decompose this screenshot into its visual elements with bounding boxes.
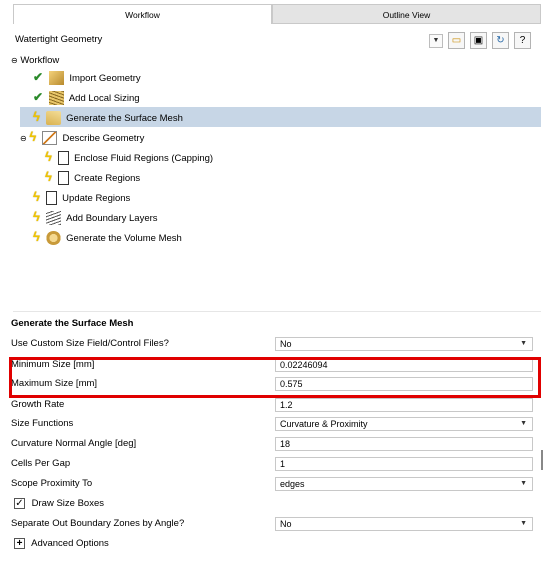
lightning-icon: ϟ [33,229,40,244]
tree-item-label: Enclose Fluid Regions (Capping) [74,153,214,164]
tab-outline-view[interactable]: Outline View [272,4,541,24]
tree-item-generate-surface-mesh[interactable]: ϟ Generate the Surface Mesh [33,107,183,127]
select-value: edges [280,479,305,489]
draw-size-boxes-row[interactable]: ✓ Draw Size Boxes [14,494,104,514]
lightning-icon: ϟ [45,169,52,184]
lightning-icon: ϟ [33,209,40,224]
import-geometry-icon [48,71,64,86]
advanced-options-row[interactable]: + Advanced Options [14,534,109,554]
folder-icon[interactable]: ▭ [448,32,465,49]
tree-item-describe-geometry[interactable]: ⊖ ϟ Describe Geometry [20,127,144,147]
panel-title: Generate the Surface Mesh [11,318,134,329]
tree-item-label: Generate the Surface Mesh [66,113,183,124]
lightning-icon: ϟ [33,109,40,124]
select-value: No [280,339,292,349]
workflow-type-select[interactable]: Watertight Geometry [15,34,102,45]
check-icon: ✔ [33,70,44,84]
advanced-options-label: Advanced Options [31,538,109,549]
collapse-icon[interactable]: ⊖ [11,56,18,65]
expand-icon[interactable]: + [14,537,25,549]
tree-item-label: Describe Geometry [62,133,145,144]
size-functions-select[interactable]: Curvature & Proximity ▼ [275,417,533,431]
update-regions-icon [45,191,57,206]
tree-root-label: Workflow [20,55,60,66]
prop-label: Curvature Normal Angle [deg] [11,438,137,449]
chevron-down-icon[interactable]: ▼ [429,34,443,48]
check-icon: ✔ [33,90,44,104]
prop-label: Size Functions [11,418,74,429]
surface-mesh-icon [45,111,61,126]
prop-label: Growth Rate [11,399,65,410]
separate-boundary-zones-select[interactable]: No ▼ [275,517,533,531]
boundary-layers-icon [45,211,61,226]
tree-item-update-regions[interactable]: ϟ Update Regions [33,187,130,207]
refresh-icon[interactable]: ↻ [492,32,509,49]
tree-item-label: Add Boundary Layers [66,213,158,224]
chevron-down-icon: ▼ [520,340,527,347]
tree-item-label: Update Regions [62,193,131,204]
tree-item-label: Import Geometry [69,73,141,84]
capping-icon [57,151,69,166]
lightning-icon: ϟ [33,189,40,204]
collapse-icon[interactable]: ⊖ [20,134,27,143]
tree-item-create-regions[interactable]: ϟ Create Regions [45,167,140,187]
describe-geometry-icon [41,131,57,146]
select-value: Curvature & Proximity [280,419,368,429]
checkbox-label: Draw Size Boxes [31,498,104,509]
lightning-icon: ϟ [29,129,37,144]
tree-item-import-geometry[interactable]: ✔ Import Geometry [33,67,141,87]
volume-mesh-icon [45,231,61,246]
save-icon[interactable]: ▣ [470,32,487,49]
workflow-type-row: Watertight Geometry ▼ ▭ ▣ ↻ ? [13,32,541,50]
tab-workflow[interactable]: Workflow [13,4,272,24]
prop-label: Separate Out Boundary Zones by Angle? [11,518,185,529]
local-sizing-icon [48,91,64,106]
tree-item-label: Create Regions [74,173,141,184]
prop-label: Scope Proximity To [11,478,93,489]
select-value: No [280,519,292,529]
chevron-down-icon: ▼ [520,420,527,427]
help-icon[interactable]: ? [514,32,531,49]
tree-item-generate-volume-mesh[interactable]: ϟ Generate the Volume Mesh [33,227,182,247]
growth-rate-input[interactable]: 1.2 [275,398,533,412]
cells-per-gap-input[interactable]: 1 [275,457,533,471]
curvature-normal-angle-input[interactable]: 18 [275,437,533,451]
scrollbar[interactable] [541,450,543,470]
custom-size-field-select[interactable]: No ▼ [275,337,533,351]
tree-item-add-boundary-layers[interactable]: ϟ Add Boundary Layers [33,207,158,227]
lightning-icon: ϟ [45,149,52,164]
tree-item-label: Generate the Volume Mesh [66,233,182,244]
tab-bar: Workflow Outline View [13,4,541,24]
create-regions-icon [57,171,69,186]
scope-proximity-select[interactable]: edges ▼ [275,477,533,491]
tree-item-add-local-sizing[interactable]: ✔ Add Local Sizing [33,87,140,107]
tree-item-enclose-fluid-regions[interactable]: ϟ Enclose Fluid Regions (Capping) [45,147,213,167]
panel-divider [13,311,541,312]
draw-size-boxes-checkbox[interactable]: ✓ [14,497,25,509]
chevron-down-icon: ▼ [520,480,527,487]
highlight-box [9,357,541,398]
prop-label: Use Custom Size Field/Control Files? [11,338,169,349]
tree-item-label: Add Local Sizing [68,93,140,104]
chevron-down-icon: ▼ [520,520,527,527]
prop-label: Cells Per Gap [11,458,71,469]
